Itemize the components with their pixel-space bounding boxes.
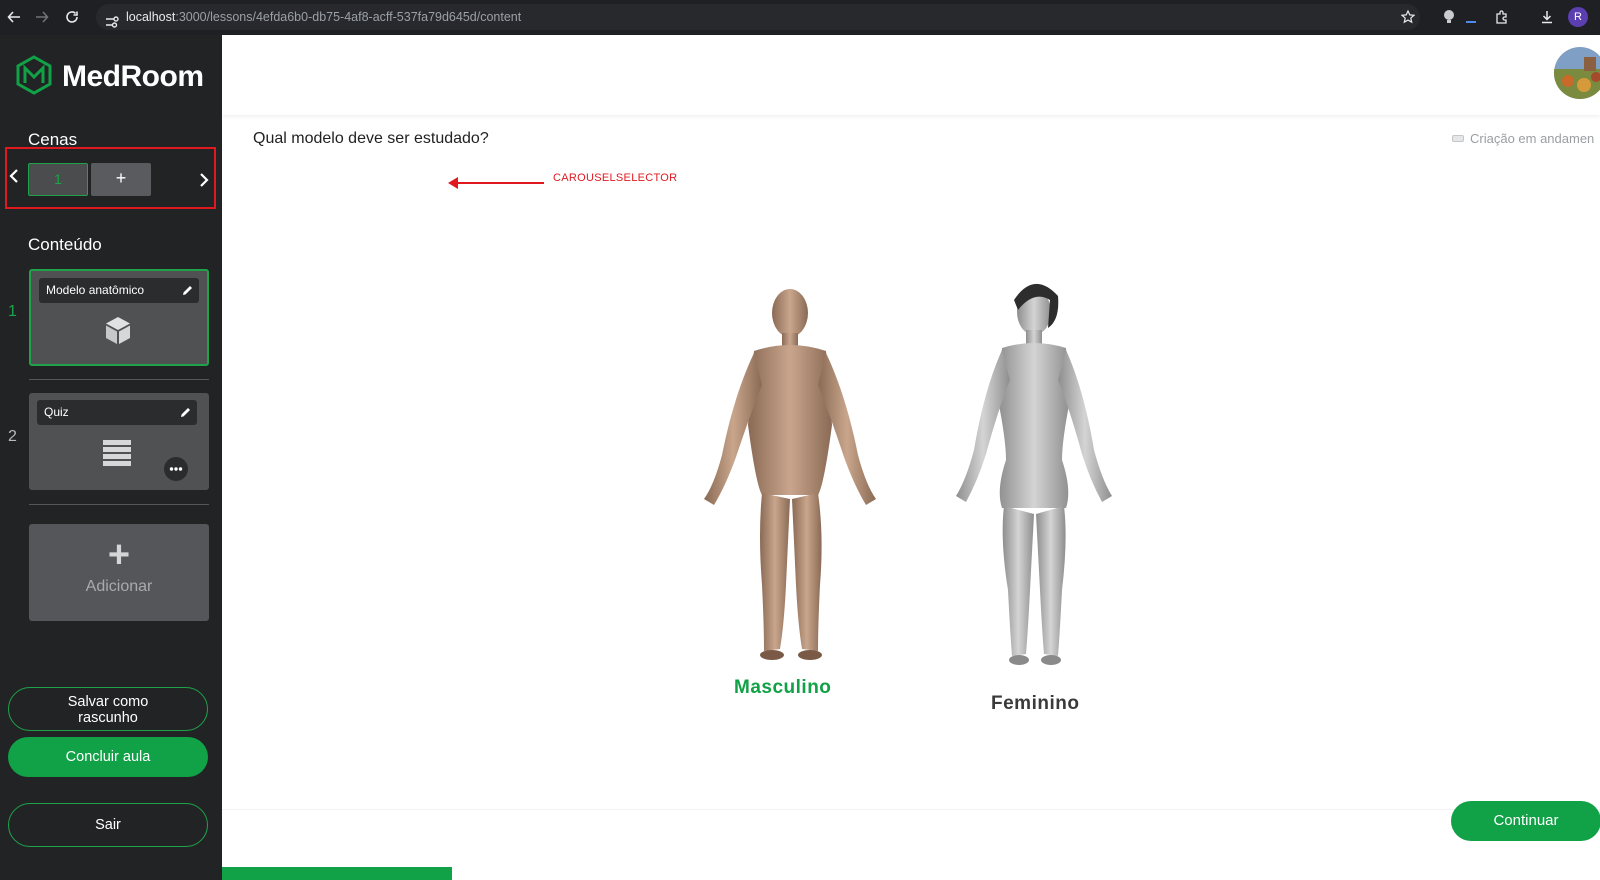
- card-header[interactable]: Modelo anatômico: [39, 278, 199, 303]
- back-icon[interactable]: [3, 6, 25, 28]
- annotation-line: [454, 182, 544, 184]
- divider: [29, 504, 209, 505]
- download-icon[interactable]: [1536, 6, 1558, 28]
- browser-toolbar: localhost:3000/lessons/4efda6b0-db75-4af…: [0, 0, 1600, 35]
- card-header[interactable]: Quiz: [37, 400, 197, 425]
- card-title: Modelo anatômico: [46, 283, 145, 297]
- extension-dash-icon[interactable]: [1460, 6, 1482, 28]
- url-host: localhost: [126, 10, 176, 24]
- content-item-number: 1: [8, 303, 17, 320]
- medroom-logo-icon: [14, 54, 54, 100]
- edit-pencil-icon[interactable]: [182, 278, 193, 305]
- divider: [29, 379, 209, 380]
- male-figure-image: [704, 289, 876, 660]
- option-label-male[interactable]: Masculino: [734, 677, 831, 699]
- content-item-number: 2: [8, 428, 17, 445]
- forward-icon[interactable]: [31, 6, 53, 28]
- content-title: Conteúdo: [28, 235, 102, 254]
- continue-button[interactable]: Continuar: [1451, 801, 1600, 841]
- cube-icon: [103, 315, 133, 350]
- profile-avatar-icon[interactable]: R: [1567, 6, 1589, 28]
- option-label-female[interactable]: Feminino: [991, 693, 1079, 715]
- extension-bulb-icon[interactable]: [1438, 6, 1460, 28]
- question-title: Qual modelo deve ser estudado?: [253, 130, 489, 147]
- star-icon[interactable]: [1397, 6, 1419, 28]
- carousel-prev-icon[interactable]: [9, 167, 19, 190]
- edit-pencil-icon[interactable]: [180, 400, 191, 427]
- user-avatar[interactable]: [1554, 47, 1600, 99]
- add-content-label: Adicionar: [85, 578, 153, 595]
- add-content-button[interactable]: + Adicionar: [29, 524, 209, 621]
- scene-tab-1[interactable]: 1: [28, 163, 88, 196]
- finish-lesson-button[interactable]: Concluir aula: [8, 737, 208, 777]
- exit-button[interactable]: Sair: [8, 803, 208, 847]
- top-bar: [222, 35, 1600, 115]
- extensions-puzzle-icon[interactable]: [1491, 6, 1513, 28]
- female-model-option[interactable]: [934, 270, 1134, 675]
- site-info-icon[interactable]: [105, 11, 119, 37]
- brand-logo[interactable]: MedRoom: [14, 54, 204, 100]
- url-path: :3000/lessons/4efda6b0-db75-4af8-acff-53…: [175, 10, 522, 24]
- list-icon: [102, 438, 132, 473]
- annotation-label: CAROUSELSELECTOR: [553, 172, 678, 184]
- card-title: Quiz: [44, 405, 69, 419]
- status-indicator: Criação em andamen: [1452, 131, 1594, 146]
- female-figure-image: [956, 283, 1112, 665]
- male-model-option[interactable]: [692, 285, 892, 670]
- main-content: Qual modelo deve ser estudado? Criação e…: [222, 35, 1600, 880]
- content-card-anatomical-model[interactable]: Modelo anatômico: [29, 269, 209, 366]
- content-card-quiz[interactable]: Quiz: [29, 393, 209, 490]
- save-draft-button[interactable]: Salvar como rascunho: [8, 687, 208, 731]
- more-options-icon[interactable]: [164, 457, 188, 481]
- add-scene-button[interactable]: +: [91, 163, 151, 196]
- save-draft-label: Salvar como rascunho: [67, 694, 149, 726]
- status-text: Criação em andamen: [1470, 131, 1595, 146]
- status-toggle-icon: [1452, 135, 1464, 142]
- plus-icon: +: [107, 534, 131, 576]
- profile-initial: R: [1568, 7, 1588, 27]
- sidebar: MedRoom Cenas 1 + Conteúdo 1 Modelo anat…: [0, 35, 222, 880]
- progress-bar-fill: [222, 867, 453, 880]
- footer-divider: [222, 809, 1600, 810]
- reload-icon[interactable]: [61, 6, 83, 28]
- carousel-next-icon[interactable]: [199, 171, 209, 194]
- address-bar[interactable]: localhost:3000/lessons/4efda6b0-db75-4af…: [96, 4, 1420, 30]
- brand-name: MedRoom: [62, 60, 204, 93]
